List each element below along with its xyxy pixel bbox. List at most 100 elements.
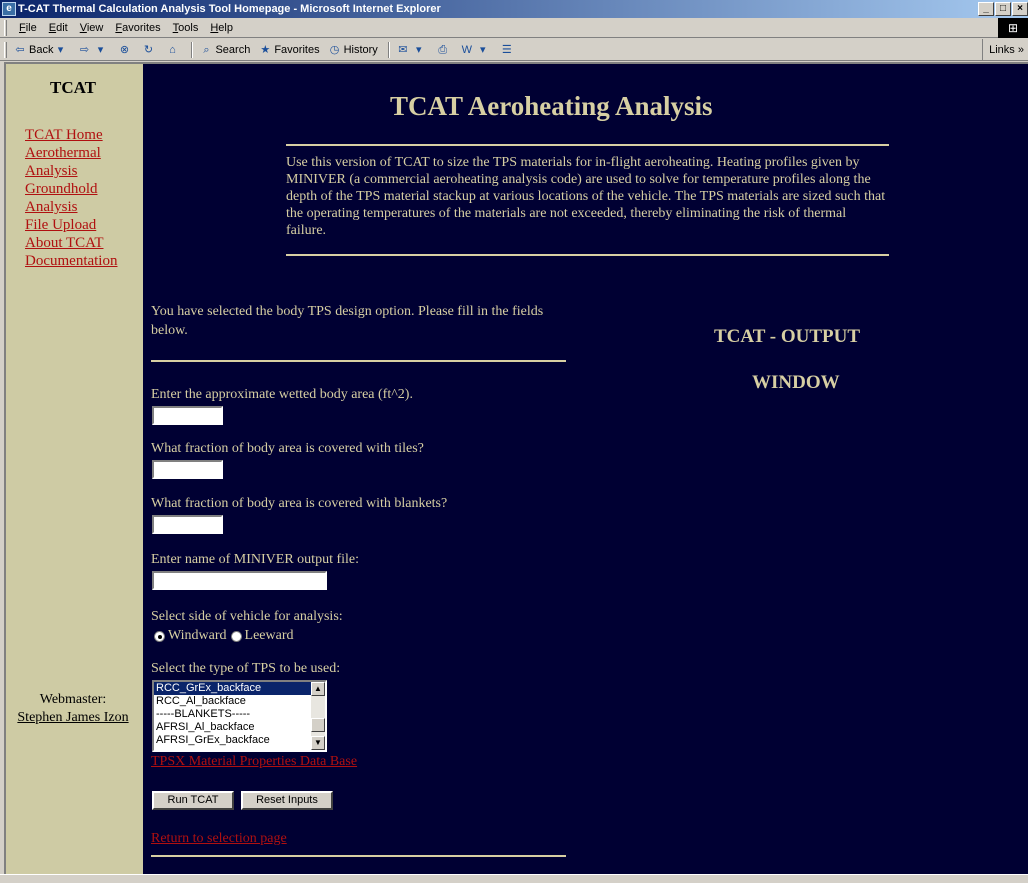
back-arrow-icon: ⇦	[15, 43, 25, 56]
dropdown-icon: ▾	[480, 43, 486, 56]
miniver-file-input[interactable]	[152, 571, 327, 590]
description: Use this version of TCAT to size the TPS…	[286, 155, 886, 238]
discuss-button[interactable]: ☰	[500, 43, 516, 57]
menu-view[interactable]: View	[74, 18, 110, 37]
leeward-radio[interactable]: Leeward	[230, 628, 294, 644]
back-label: Back	[29, 43, 54, 56]
print-icon: ⎙	[438, 43, 448, 56]
nav-link-documentation[interactable]: Documentation	[25, 252, 140, 270]
menu-favorites[interactable]: Favorites	[109, 18, 166, 37]
run-tcat-button[interactable]: Run TCAT	[152, 791, 234, 810]
tiles-input[interactable]	[152, 460, 223, 479]
tpsx-database-link[interactable]: TPSX Material Properties Data Base	[151, 754, 357, 770]
stop-button[interactable]: ⊗	[117, 43, 133, 57]
site-title: TCAT	[50, 78, 96, 97]
word-icon: W	[461, 43, 472, 56]
tps-option[interactable]: -----BLANKETS-----	[154, 708, 325, 721]
page-content: TCAT TCAT Home Aerothermal Analysis Grou…	[4, 62, 1028, 874]
area-input[interactable]	[152, 406, 223, 425]
divider	[151, 360, 566, 362]
maximize-button[interactable]: □	[995, 2, 1011, 16]
mail-icon: ✉	[398, 43, 408, 56]
favorites-icon: ★	[260, 43, 271, 56]
blankets-question: What fraction of body area is covered wi…	[151, 496, 448, 511]
search-label: Search	[215, 43, 251, 56]
nav-link-tcat-home[interactable]: TCAT Home	[25, 126, 140, 144]
radio-selected-icon	[154, 630, 165, 642]
stop-icon: ⊗	[119, 43, 130, 56]
tiles-question: What fraction of body area is covered wi…	[151, 441, 424, 456]
tps-option[interactable]: RCC_GrEx_backface	[154, 682, 325, 695]
menu-bar: File Edit View Favorites Tools Help ⊞	[0, 18, 1028, 38]
blankets-input[interactable]	[152, 515, 223, 534]
toolbar: ⇦ Back ▾ ⇨ ▾ ⊗ ↻ ⌂ ⌕ Search ★ Favorites …	[0, 39, 1028, 61]
menu-grip[interactable]	[4, 20, 7, 36]
webmaster: Webmaster: Stephen James Izon	[6, 691, 140, 727]
leeward-label: Leeward	[244, 628, 294, 643]
menu-help[interactable]: Help	[204, 18, 239, 37]
minimize-button[interactable]: _	[978, 2, 994, 16]
status-bar	[0, 874, 1028, 883]
radio-unselected-icon	[230, 630, 242, 642]
nav-link-groundhold-analysis[interactable]: Groundhold Analysis	[25, 180, 140, 216]
close-button[interactable]: ×	[1012, 2, 1028, 16]
return-link[interactable]: Return to selection page	[151, 831, 287, 847]
home-button[interactable]: ⌂	[165, 43, 181, 57]
back-button[interactable]: ⇦ Back ▾	[13, 39, 69, 61]
favorites-label: Favorites	[274, 43, 320, 56]
page-title: TCAT Aeroheating Analysis	[390, 91, 713, 121]
webmaster-link[interactable]: Stephen James Izon	[17, 710, 128, 725]
tps-option[interactable]: RCC_Al_backface	[154, 695, 325, 708]
tps-question: Select the type of TPS to be used:	[151, 661, 341, 676]
links-label: Links	[989, 44, 1015, 56]
favorites-button[interactable]: ★ Favorites	[258, 39, 319, 61]
output-window-title: TCAT - OUTPUT	[714, 326, 861, 347]
edit-button[interactable]: W ▾	[460, 43, 492, 57]
side-radio-group: Windward Leeward	[154, 628, 294, 644]
refresh-button[interactable]: ↻	[141, 43, 157, 57]
dropdown-icon: ▾	[416, 43, 422, 56]
forward-button[interactable]: ⇨ ▾	[77, 43, 109, 57]
mail-button[interactable]: ✉ ▾	[396, 43, 428, 57]
nav-link-about-tcat[interactable]: About TCAT	[25, 234, 140, 252]
dropdown-icon: ▾	[97, 43, 104, 56]
tps-option[interactable]: AFRSI_GrEx_backface	[154, 734, 325, 747]
scroll-thumb[interactable]	[311, 718, 325, 732]
listbox-scrollbar[interactable]: ▲ ▼	[311, 682, 325, 750]
windward-label: Windward	[168, 628, 227, 643]
toolbar-separator	[387, 41, 390, 58]
divider	[286, 254, 889, 256]
file-question: Enter name of MINIVER output file:	[151, 552, 360, 567]
forward-arrow-icon: ⇨	[79, 43, 90, 56]
window-title: T-CAT Thermal Calculation Analysis Tool …	[18, 3, 441, 15]
divider	[151, 855, 566, 857]
nav-links: TCAT Home Aerothermal Analysis Groundhol…	[25, 126, 140, 270]
search-button[interactable]: ⌕ Search	[199, 39, 250, 61]
browser-window: e T-CAT Thermal Calculation Analysis Too…	[0, 0, 1028, 883]
tps-listbox[interactable]: RCC_GrEx_backface RCC_Al_backface -----B…	[152, 680, 327, 752]
history-button[interactable]: ◷ History	[328, 39, 378, 61]
area-question: Enter the approximate wetted body area (…	[151, 387, 413, 402]
menu-file[interactable]: File	[13, 18, 43, 37]
form-intro: You have selected the body TPS design op…	[151, 304, 544, 338]
windows-logo-icon: ⊞	[998, 18, 1028, 38]
tps-option[interactable]: AFRSI_Al_backface	[154, 721, 325, 734]
nav-link-file-upload[interactable]: File Upload	[25, 216, 140, 234]
title-bar[interactable]: e T-CAT Thermal Calculation Analysis Too…	[0, 0, 1028, 18]
reset-inputs-button[interactable]: Reset Inputs	[241, 791, 333, 810]
menu-edit[interactable]: Edit	[43, 18, 74, 37]
print-button[interactable]: ⎙	[436, 43, 452, 57]
windward-radio[interactable]: Windward	[154, 628, 227, 644]
scroll-down-icon[interactable]: ▼	[311, 736, 325, 750]
menu-tools[interactable]: Tools	[167, 18, 205, 37]
home-icon: ⌂	[169, 43, 176, 56]
toolbar-separator	[191, 41, 194, 58]
scroll-up-icon[interactable]: ▲	[311, 682, 325, 696]
sidebar: TCAT TCAT Home Aerothermal Analysis Grou…	[6, 64, 143, 874]
side-question: Select side of vehicle for analysis:	[151, 609, 343, 624]
dropdown-icon: ▾	[57, 43, 64, 56]
links-button[interactable]: Links »	[982, 39, 1028, 61]
toolbar-grip[interactable]	[4, 41, 7, 58]
history-label: History	[343, 43, 378, 56]
nav-link-aerothermal-analysis[interactable]: Aerothermal Analysis	[25, 144, 140, 180]
